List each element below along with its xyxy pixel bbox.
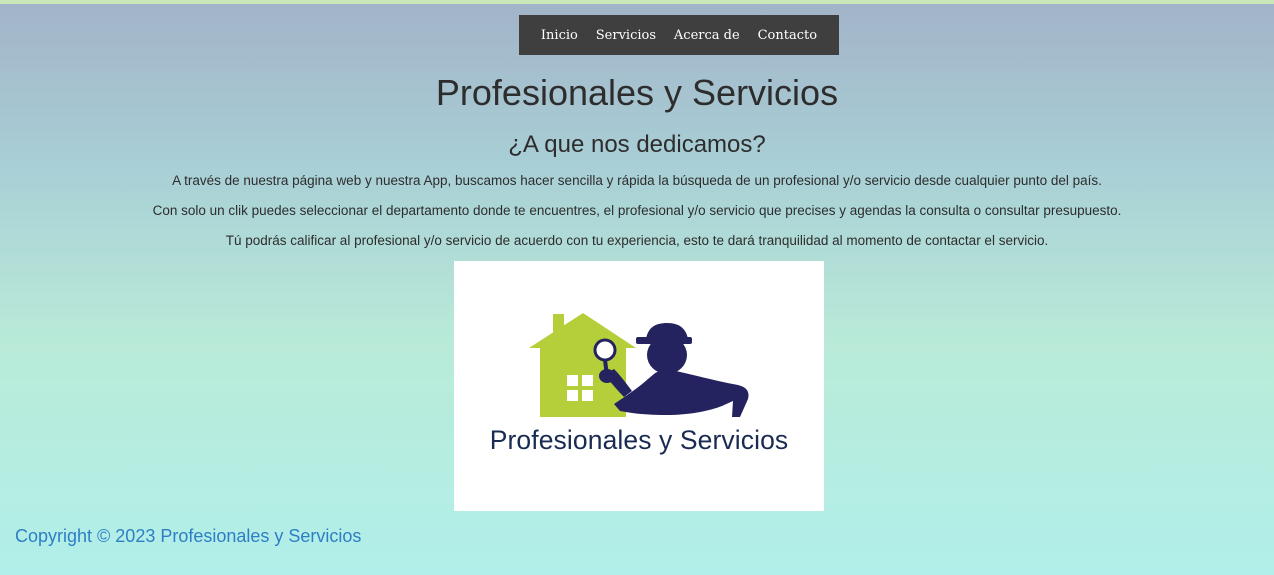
top-border-strip	[0, 0, 1274, 4]
footer-copyright-link[interactable]: Copyright © 2023 Profesionales y Servici…	[15, 526, 361, 547]
main-navbar: Inicio Servicios Acerca de Contacto	[519, 15, 839, 55]
nav-link-contacto[interactable]: Contacto	[758, 28, 817, 43]
logo-wordmark: Profesionales y Servicios	[489, 425, 789, 455]
nav-link-inicio[interactable]: Inicio	[541, 28, 578, 43]
nav-link-servicios[interactable]: Servicios	[596, 28, 656, 43]
page-title: Profesionales y Servicios	[435, 72, 839, 113]
intro-paragraph-2: Con solo un clik puedes seleccionar el d…	[152, 203, 1122, 218]
intro-paragraph-3: Tú podrás calificar al profesional y/o s…	[225, 233, 1049, 248]
house-detective-logo-icon	[529, 313, 749, 417]
company-logo-image: Profesionales y Servicios	[454, 261, 824, 511]
intro-paragraph-1: A través de nuestra página web y nuestra…	[172, 173, 1102, 188]
section-heading: ¿A que nos dedicamos?	[508, 131, 766, 158]
nav-link-acerca-de[interactable]: Acerca de	[674, 28, 740, 43]
